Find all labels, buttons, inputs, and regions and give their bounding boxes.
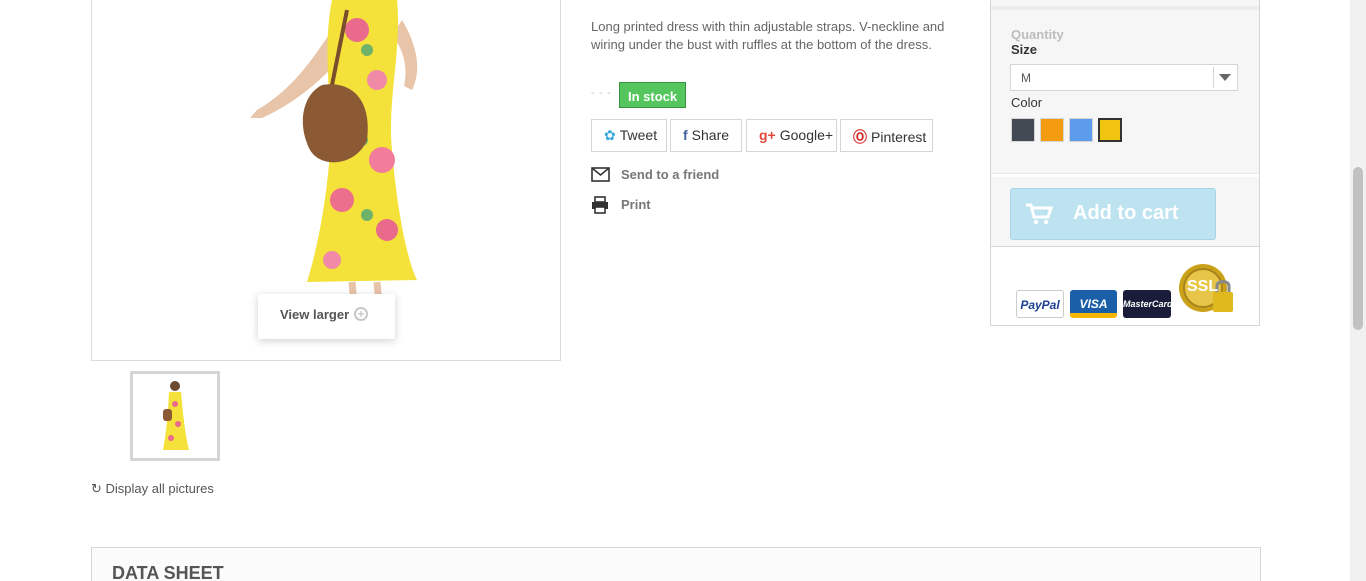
share-label: Share <box>691 127 730 143</box>
size-label: Size <box>1011 42 1038 57</box>
display-all-pictures-link[interactable]: ↻ Display all pictures <box>91 481 214 497</box>
visa-logo: VISA <box>1070 290 1117 318</box>
color-swatch-dark-grey[interactable] <box>1011 118 1035 142</box>
refresh-icon: ↻ <box>91 481 102 496</box>
data-sheet-heading: DATA SHEET <box>112 563 224 581</box>
printer-icon <box>592 196 608 214</box>
view-larger-label: View larger <box>280 307 350 322</box>
stock-quantity-placeholder: - - - <box>591 88 612 99</box>
google-plus-button[interactable]: g+ Google+ <box>746 119 837 152</box>
display-all-label: Display all pictures <box>105 481 214 496</box>
print-label: Print <box>621 197 651 212</box>
color-swatch-orange[interactable] <box>1040 118 1064 142</box>
envelope-icon <box>591 167 610 182</box>
ssl-seal-icon: SSL <box>1177 262 1237 318</box>
product-options: Quantity Size M Color <box>991 0 1259 174</box>
page-scrollbar[interactable] <box>1350 0 1366 581</box>
paypal-logo: PayPal <box>1016 290 1064 318</box>
product-thumbnail[interactable] <box>130 371 220 461</box>
size-select[interactable]: M <box>1010 64 1238 91</box>
twitter-icon: ✿ <box>604 127 616 143</box>
google-plus-icon: g+ <box>759 127 776 143</box>
pinterest-button[interactable]: Ⓞ Pinterest <box>840 119 933 152</box>
google-plus-label: Google+ <box>779 127 834 143</box>
color-swatch-yellow[interactable] <box>1098 118 1122 142</box>
tweet-label: Tweet <box>619 127 658 143</box>
data-sheet-section: DATA SHEET <box>91 547 1261 581</box>
scrollbar-thumb[interactable] <box>1353 167 1363 330</box>
stock-status-badge: In stock <box>619 82 687 108</box>
facebook-icon: f <box>683 127 688 143</box>
chevron-down-icon[interactable] <box>1213 67 1235 88</box>
thumbnail-photo <box>133 374 217 458</box>
product-page: { "product": { "description": "Long prin… <box>0 0 1366 581</box>
color-swatch-blue[interactable] <box>1069 118 1093 142</box>
zoom-plus-icon: + <box>354 307 368 321</box>
cart-area: Add to cart <box>991 177 1259 247</box>
view-larger-button[interactable]: View larger + <box>258 294 395 339</box>
share-button[interactable]: f Share <box>670 119 742 152</box>
add-to-cart-label: Add to cart <box>1073 202 1179 224</box>
size-select-value: M <box>1021 71 1031 85</box>
cart-icon <box>1026 203 1053 225</box>
mastercard-logo: MasterCard <box>1123 290 1173 318</box>
quantity-label: Quantity <box>1011 27 1064 42</box>
pinterest-icon: Ⓞ <box>853 129 867 145</box>
product-image-frame[interactable]: View larger + <box>91 0 561 361</box>
pinterest-label: Pinterest <box>871 129 927 145</box>
options-divider <box>991 6 1259 10</box>
send-to-friend-label: Send to a friend <box>621 167 720 182</box>
tweet-button[interactable]: ✿ Tweet <box>591 119 667 152</box>
product-photo <box>182 0 482 340</box>
ssl-label: SSL <box>1187 278 1219 295</box>
color-label: Color <box>1011 95 1043 110</box>
product-description: Long printed dress with thin adjustable … <box>591 19 945 52</box>
add-to-cart-button[interactable]: Add to cart <box>1010 188 1216 240</box>
